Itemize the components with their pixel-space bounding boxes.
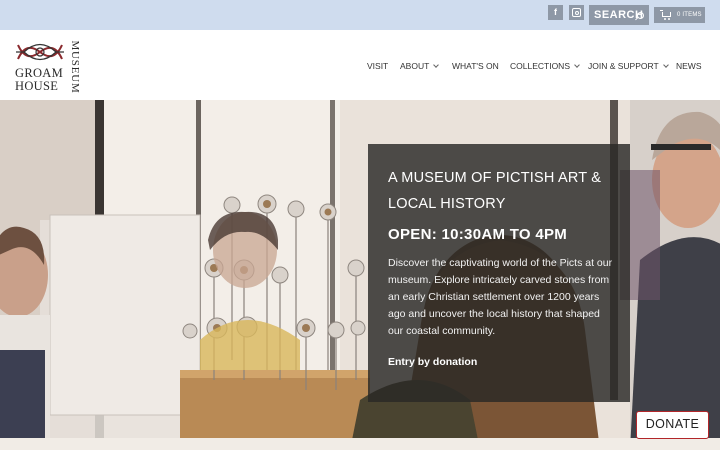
logo-line-2: HOUSE bbox=[15, 79, 59, 93]
entry-note: Entry by donation bbox=[388, 356, 478, 368]
chevron-down-icon bbox=[433, 62, 440, 68]
search-icon bbox=[637, 12, 644, 19]
nav-label: JOIN & SUPPORT bbox=[588, 61, 659, 71]
instagram-icon[interactable] bbox=[569, 5, 584, 20]
hero-section: A MUSEUM OF PICTISH ART & LOCAL HISTORY … bbox=[0, 100, 720, 450]
search-button[interactable]: SEARCH bbox=[589, 5, 649, 25]
nav-item-about[interactable]: ABOUT bbox=[400, 59, 440, 73]
nav-label: COLLECTIONS bbox=[510, 61, 570, 71]
logo-vertical-text: MUSEUM bbox=[69, 40, 81, 94]
hero-title: A MUSEUM OF PICTISH ART & LOCAL HISTORY bbox=[388, 170, 602, 212]
site-logo[interactable]: GROAM HOUSE MUSEUM bbox=[14, 39, 81, 95]
nav-item-whats-on[interactable]: WHAT'S ON bbox=[452, 59, 499, 73]
nav-item-join-support[interactable]: JOIN & SUPPORT bbox=[588, 59, 669, 73]
chevron-down-icon bbox=[662, 62, 669, 68]
cart-icon bbox=[660, 10, 671, 20]
nav-item-news[interactable]: NEWS bbox=[676, 59, 702, 73]
nav-item-collections[interactable]: COLLECTIONS bbox=[510, 59, 580, 73]
nav-label: NEWS bbox=[676, 61, 702, 71]
instagram-lens bbox=[574, 10, 579, 15]
cart-button[interactable]: 0 ITEMS bbox=[654, 7, 705, 23]
celtic-knot-icon bbox=[16, 43, 64, 61]
nav-label: ABOUT bbox=[400, 61, 430, 71]
cart-label: 0 ITEMS bbox=[677, 12, 702, 18]
top-bar: f SEARCH 0 ITEMS bbox=[0, 0, 720, 30]
nav-label: WHAT'S ON bbox=[452, 61, 499, 71]
donate-button[interactable]: DONATE bbox=[636, 411, 709, 439]
chevron-down-icon bbox=[574, 62, 580, 68]
nav-item-visit[interactable]: VISIT bbox=[367, 59, 388, 73]
opening-hours: OPEN: 10:30AM TO 4PM bbox=[388, 226, 568, 243]
nav-label: VISIT bbox=[367, 61, 389, 71]
site-header: GROAM HOUSE MUSEUM VISIT ABOUT WHAT'S ON… bbox=[0, 30, 720, 100]
hero-description: Discover the captivating world of the Pi… bbox=[388, 257, 613, 337]
facebook-icon[interactable]: f bbox=[548, 5, 563, 20]
logo-vertical: MUSEUM bbox=[69, 40, 81, 94]
hero-info-panel: A MUSEUM OF PICTISH ART & LOCAL HISTORY … bbox=[368, 144, 630, 402]
